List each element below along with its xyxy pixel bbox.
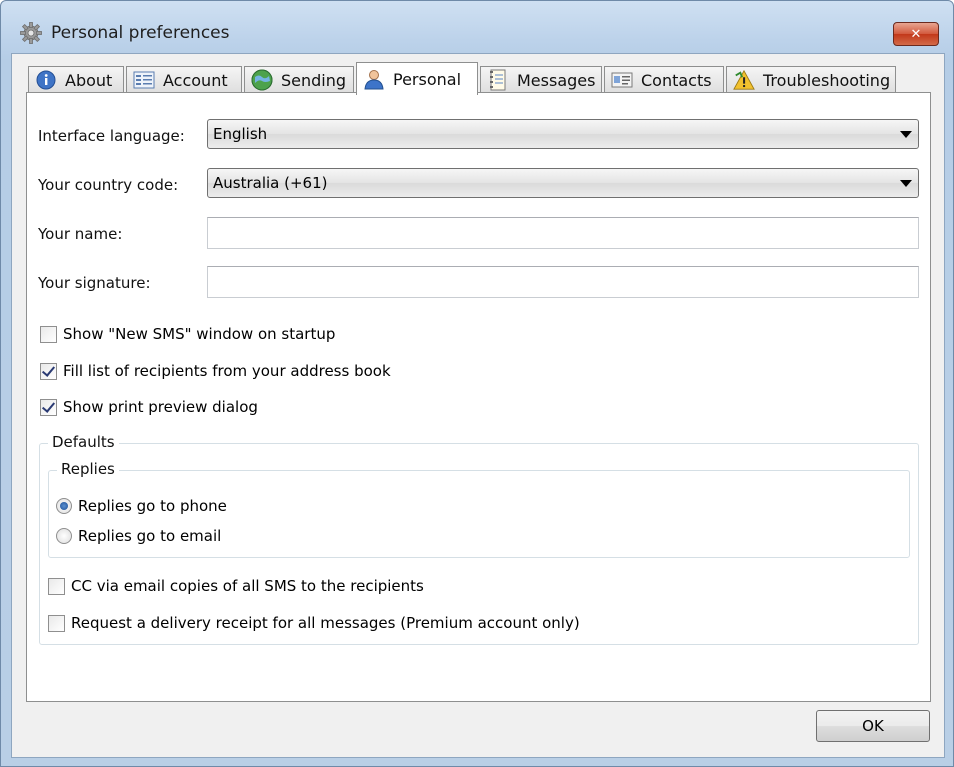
- tab-label: Messages: [517, 70, 596, 90]
- gear-icon: [19, 21, 43, 45]
- tab-label: Account: [163, 70, 228, 90]
- your-signature-label: Your signature:: [38, 274, 151, 292]
- interface-language-select[interactable]: English: [207, 119, 919, 149]
- ok-button[interactable]: OK: [816, 710, 930, 742]
- option-label: Fill list of recipients from your addres…: [63, 362, 391, 380]
- radio-label: Replies go to email: [78, 527, 222, 545]
- tab-label: Troubleshooting: [763, 70, 891, 90]
- dialog-body: About Account Sending Personal Messages …: [11, 53, 945, 758]
- preferences-window: Personal preferences ✕ About Account Sen…: [0, 0, 954, 767]
- tab-messages[interactable]: Messages: [480, 66, 602, 93]
- tab-label: About: [65, 70, 113, 90]
- option-show-new-sms[interactable]: Show "New SMS" window on startup: [40, 323, 335, 345]
- cc-email-checkbox[interactable]: [48, 577, 65, 595]
- tab-label: Contacts: [641, 70, 712, 90]
- option-delivery-receipt[interactable]: Request a delivery receipt for all messa…: [48, 612, 580, 634]
- replies-group-title: Replies: [57, 460, 119, 478]
- tab-label: Sending: [281, 70, 347, 90]
- info-icon: [35, 69, 57, 91]
- tab-sending[interactable]: Sending: [244, 66, 354, 93]
- defaults-group: Defaults Replies Replies go to phone Rep…: [39, 433, 919, 645]
- your-name-label: Your name:: [38, 225, 123, 243]
- warning-icon: [733, 69, 755, 91]
- fill-recipients-checkbox[interactable]: [40, 362, 57, 380]
- interface-language-label: Interface language:: [38, 127, 185, 145]
- close-icon: ✕: [910, 26, 922, 42]
- tab-account[interactable]: Account: [126, 66, 242, 93]
- option-label: Request a delivery receipt for all messa…: [71, 614, 580, 632]
- country-code-label: Your country code:: [38, 176, 179, 194]
- radio-label: Replies go to phone: [78, 497, 227, 515]
- tab-about[interactable]: About: [28, 66, 124, 93]
- tab-contacts[interactable]: Contacts: [604, 66, 724, 93]
- window-title: Personal preferences: [51, 23, 230, 43]
- notepad-icon: [487, 69, 509, 91]
- person-icon: [363, 68, 385, 90]
- print-preview-checkbox[interactable]: [40, 398, 57, 416]
- defaults-group-title: Defaults: [48, 433, 119, 451]
- selected-country: Australia (+61): [213, 174, 328, 192]
- globe-icon: [251, 69, 273, 91]
- option-print-preview[interactable]: Show print preview dialog: [40, 396, 258, 418]
- country-code-select[interactable]: Australia (+61): [207, 168, 919, 198]
- personal-tab-panel: Interface language: English Your country…: [26, 92, 931, 702]
- option-fill-recipients[interactable]: Fill list of recipients from your addres…: [40, 360, 391, 382]
- replies-to-phone-option[interactable]: Replies go to phone: [56, 495, 227, 517]
- your-signature-field[interactable]: [207, 266, 919, 298]
- option-label: CC via email copies of all SMS to the re…: [71, 577, 424, 595]
- replies-to-email-option[interactable]: Replies go to email: [56, 525, 221, 547]
- account-card-icon: [133, 69, 155, 91]
- replies-to-phone-radio[interactable]: [56, 498, 72, 514]
- your-name-field[interactable]: [207, 217, 919, 249]
- selected-language: English: [213, 125, 268, 143]
- replies-to-email-radio[interactable]: [56, 528, 72, 544]
- option-cc-email-copies[interactable]: CC via email copies of all SMS to the re…: [48, 575, 424, 597]
- close-button[interactable]: ✕: [893, 22, 939, 46]
- replies-group: Replies Replies go to phone Replies go t…: [48, 460, 910, 558]
- tab-label: Personal: [393, 69, 462, 89]
- option-label: Show "New SMS" window on startup: [63, 325, 336, 343]
- show-new-sms-checkbox[interactable]: [40, 325, 57, 343]
- dropdown-arrow-icon: [900, 131, 912, 138]
- dropdown-arrow-icon: [900, 180, 912, 187]
- tab-troubleshooting[interactable]: Troubleshooting: [726, 66, 896, 93]
- title-bar[interactable]: Personal preferences ✕: [1, 1, 953, 53]
- option-label: Show print preview dialog: [63, 398, 258, 416]
- tab-personal[interactable]: Personal: [356, 62, 478, 95]
- delivery-receipt-checkbox[interactable]: [48, 614, 65, 632]
- contact-card-icon: [611, 69, 633, 91]
